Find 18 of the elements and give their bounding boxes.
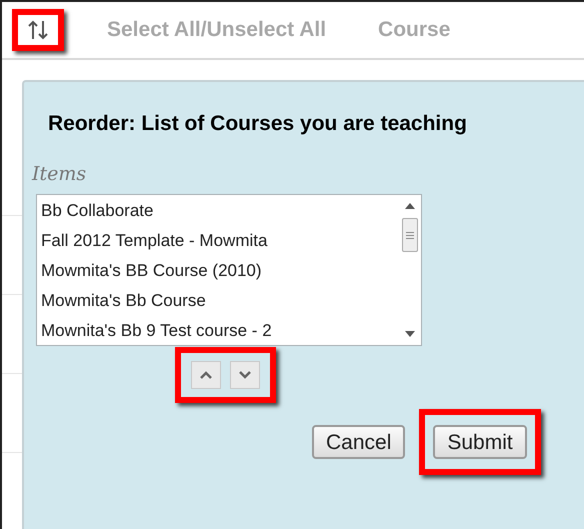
dialog-button[interactable]: Cancel [312,425,406,459]
move-up-button[interactable] [191,361,221,389]
list-item[interactable]: Fall 2012 Template - Mowmita [41,226,399,256]
scroll-up-icon [405,203,415,209]
list-item[interactable]: Bb Collaborate [41,196,399,226]
chevron-down-icon [239,371,251,379]
chevron-up-icon [200,371,212,379]
items-listbox[interactable]: Bb Collaborate Fall 2012 Template - Mowmita Mowmita's BB Course (2010) Mowmita's Bb Course Mownita's Bb 9 Test course - 2 [36,194,422,346]
list-label: Items [32,162,88,186]
up-down-arrows-icon [26,19,50,41]
move-down-button[interactable] [230,361,260,389]
dialog-title: Reorder: List of Courses you are teaching [48,111,468,137]
list-item[interactable]: Mowmita's BB Course (2010) [41,256,399,286]
scroll-down-icon [405,331,415,337]
list-item[interactable]: Mownita's Bb 9 Test course - 2 [41,316,399,346]
dialog-button[interactable]: Submit [433,425,527,459]
scroll-thumb[interactable] [402,218,418,252]
list-item[interactable]: Mowmita's Bb Course [41,286,399,316]
